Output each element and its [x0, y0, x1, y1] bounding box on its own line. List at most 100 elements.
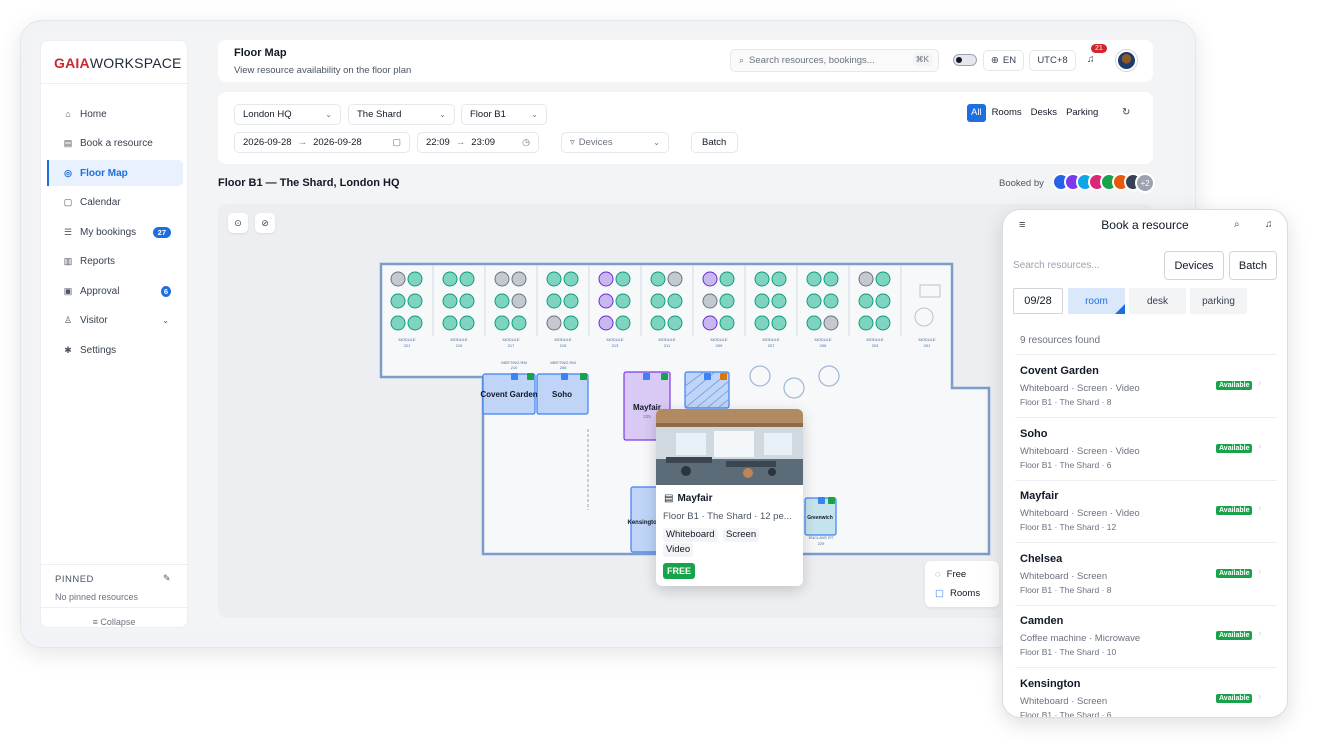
tab-desks[interactable]: Desks: [1028, 104, 1060, 122]
chip-parking[interactable]: parking: [1190, 288, 1247, 314]
check-circle-icon: ◌: [935, 569, 941, 580]
desk-seat: [494, 315, 510, 331]
timezone-select[interactable]: UTC+8: [1029, 50, 1076, 71]
divider: [1015, 667, 1277, 668]
desk-seat: [598, 293, 614, 309]
desk-seat: [858, 271, 874, 287]
sidebar-item-visitor[interactable]: ♙ Visitor ⌄: [47, 307, 183, 333]
devices-select[interactable]: ▿ Devices ⌄: [561, 132, 669, 153]
tab-parking[interactable]: Parking: [1063, 104, 1101, 122]
visitor-icon: ♙: [63, 314, 73, 325]
room-icon: ▤: [664, 493, 674, 504]
desk-seat: [858, 293, 874, 309]
sidebar-item-floor-map[interactable]: ◎ Floor Map: [47, 160, 183, 186]
chip-desk[interactable]: desk: [1129, 288, 1186, 314]
desk-seat: [459, 271, 475, 287]
desk-seat: [511, 315, 527, 331]
language-select[interactable]: ⊕ EN: [983, 50, 1024, 71]
desk-seat: [754, 293, 770, 309]
desk-seat: [650, 293, 666, 309]
desk-seat: [875, 271, 891, 287]
bell-icon[interactable]: ♫: [1265, 219, 1273, 230]
feature-tag: Whiteboard: [663, 528, 718, 542]
module-number: 203: [872, 343, 879, 348]
chevron-right-icon: ›: [1258, 503, 1262, 514]
sidebar-item-book[interactable]: ▤ Book a resource: [47, 130, 183, 156]
chevron-down-icon: ⌄: [325, 110, 332, 119]
sidebar: GAIAWORKSPACE ⌂ Home ▤ Book a resource ◎ Fl…: [40, 40, 188, 628]
floor-select[interactable]: Floor B1 ⌄: [461, 104, 547, 125]
module-label: MODULE: [918, 337, 935, 342]
search-icon[interactable]: ⌕: [1234, 219, 1240, 230]
result-features: Whiteboard · Screen: [1020, 695, 1108, 707]
book-icon: ▤: [63, 137, 73, 148]
date-range-picker[interactable]: 2026-09-28 → 2026-09-28 ▢: [234, 132, 410, 153]
sidebar-item-settings[interactable]: ✱ Settings: [47, 337, 183, 363]
module-number: 219: [456, 343, 463, 348]
batch-button[interactable]: Batch: [1229, 251, 1277, 280]
desk-seat: [407, 271, 423, 287]
result-location: Floor B1 · The Shard · 10: [1020, 647, 1117, 657]
desk-seat: [494, 271, 510, 287]
result-features: Whiteboard · Screen · Video: [1020, 383, 1140, 394]
desk-seat: [546, 293, 562, 309]
resource-type-tabs: All Rooms Desks Parking: [967, 104, 1101, 122]
desk-seat: [858, 315, 874, 331]
logo[interactable]: GAIAWORKSPACE: [54, 55, 182, 71]
calendar-icon: ▢: [392, 137, 401, 147]
chevron-down-icon: ⌄: [653, 138, 660, 147]
desk-seat: [442, 315, 458, 331]
desk-seat: [823, 315, 839, 331]
date-chip[interactable]: 09/28: [1013, 288, 1063, 314]
map-title: Floor B1 — The Shard, London HQ: [218, 177, 400, 189]
pencil-icon[interactable]: ✎: [163, 573, 171, 584]
tab-all[interactable]: All: [967, 104, 986, 122]
desk-seat: [806, 293, 822, 309]
divider: [1015, 542, 1277, 543]
pinned-title: PINNED: [55, 574, 94, 585]
devices-button[interactable]: Devices: [1164, 251, 1224, 280]
chevron-down-icon: ⌄: [531, 110, 538, 119]
avatar[interactable]: [1116, 50, 1137, 71]
mobile-search-input[interactable]: Search resources...: [1013, 260, 1100, 271]
result-location: Floor B1 · The Shard · 8: [1020, 584, 1112, 595]
building-select[interactable]: The Shard ⌄: [348, 104, 455, 125]
sidebar-item-calendar[interactable]: ▢ Calendar: [47, 189, 183, 215]
status-badge: FREE: [663, 563, 696, 579]
refresh-icon[interactable]: ↻: [1122, 107, 1130, 118]
sidebar-item-my-bookings[interactable]: ☰ My bookings 27: [47, 219, 183, 245]
module-label: MODULE: [710, 337, 727, 342]
result-location: Floor B1 · The Shard · 8: [1020, 397, 1112, 407]
page-header: Floor Map View resource availability on …: [218, 40, 1153, 82]
divider: [41, 607, 187, 608]
chevron-right-icon: ›: [1258, 378, 1262, 389]
feature-tag: Screen: [723, 528, 760, 542]
mobile-device: ≡ Book a resource ⌕ ♫ Search resources..…: [1002, 209, 1288, 718]
sidebar-item-reports[interactable]: ▥ Reports: [47, 248, 183, 274]
module-label: MODULE: [554, 337, 571, 342]
time-range-picker[interactable]: 22:09 → 23:09 ◷: [417, 132, 539, 153]
sidebar-item-home[interactable]: ⌂ Home: [47, 101, 183, 127]
batch-button[interactable]: Batch: [691, 132, 738, 153]
search-input[interactable]: ⌕ Search resources, bookings... ⌘K: [730, 49, 939, 72]
desk-seat: [771, 271, 787, 287]
resource-popover[interactable]: ▤ Mayfair Floor B1 · The Shard · 12 pe...…: [656, 409, 803, 586]
module-label: MODULE: [606, 337, 623, 342]
theme-toggle[interactable]: [953, 54, 977, 66]
arrow-right-icon: →: [455, 137, 466, 148]
bell-icon[interactable]: ♫: [1087, 54, 1095, 65]
desk-seat: [390, 271, 406, 287]
chip-room[interactable]: room: [1068, 288, 1125, 314]
home-icon: ⌂: [65, 109, 71, 119]
chevron-down-icon: ⌄: [162, 315, 169, 325]
sidebar-item-approval[interactable]: ▣ Approval 6: [47, 278, 183, 304]
module-number: 205: [820, 343, 827, 348]
desk-seat: [546, 271, 562, 287]
tab-rooms[interactable]: Rooms: [989, 104, 1025, 122]
chevron-right-icon: ›: [1258, 690, 1262, 702]
site-select[interactable]: London HQ ⌄: [234, 104, 341, 125]
desk-seat: [754, 271, 770, 287]
chart-icon: ▥: [63, 255, 73, 266]
collapse-button[interactable]: ≡ Collapse: [41, 617, 187, 627]
result-location: Floor B1 · The Shard · 6: [1020, 459, 1112, 470]
